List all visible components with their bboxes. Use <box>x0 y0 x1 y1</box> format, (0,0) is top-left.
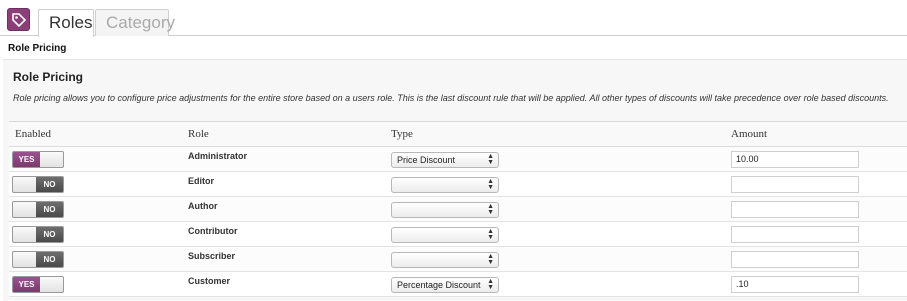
enabled-toggle[interactable]: NO <box>12 226 64 243</box>
type-select-value: Price Discount <box>397 155 456 165</box>
updown-arrows-icon: ▲ ▼ <box>487 178 494 191</box>
toggle-label: YES <box>13 152 40 167</box>
amount-input[interactable] <box>731 201 859 218</box>
table-row: NO Author ▲ ▼ <box>9 197 907 222</box>
updown-arrows-icon: ▲ ▼ <box>487 278 494 291</box>
tab-roles[interactable]: Roles <box>38 9 94 37</box>
enabled-toggle[interactable]: NO <box>12 201 64 218</box>
role-name: Author <box>188 201 218 211</box>
role-name: Subscriber <box>188 251 236 261</box>
role-name: Customer <box>188 276 231 286</box>
section-title: Role Pricing <box>13 70 84 84</box>
updown-arrows-icon: ▲ ▼ <box>487 253 494 266</box>
updown-arrows-icon: ▲ ▼ <box>487 153 494 166</box>
section-description: Role pricing allows you to configure pri… <box>13 93 889 103</box>
type-select[interactable]: ▲ ▼ <box>391 252 499 268</box>
toggle-label: NO <box>36 227 63 242</box>
amount-input[interactable]: .10 <box>731 276 859 293</box>
table-row: NO Editor ▲ ▼ <box>9 172 907 197</box>
header-type: Type <box>391 128 413 140</box>
type-select-value: Percentage Discount <box>397 280 481 290</box>
updown-arrows-icon: ▲ ▼ <box>487 203 494 216</box>
table-row: YES Administrator Price Discount ▲ ▼ 10.00 <box>9 147 907 172</box>
page-title: Role Pricing <box>8 43 67 54</box>
table-row: YES Customer Percentage Discount ▲ ▼ .10 <box>9 272 907 297</box>
enabled-toggle[interactable]: NO <box>12 251 64 268</box>
enabled-toggle[interactable]: YES <box>12 151 64 168</box>
amount-input[interactable] <box>731 226 859 243</box>
type-select[interactable]: Percentage Discount ▲ ▼ <box>391 277 499 293</box>
table-header: Enabled Role Type Amount <box>9 122 907 147</box>
role-name: Contributor <box>188 226 238 236</box>
type-select[interactable]: Price Discount ▲ ▼ <box>391 152 499 168</box>
toggle-label: NO <box>36 202 63 217</box>
amount-input[interactable]: 10.00 <box>731 151 859 168</box>
toggle-label: NO <box>36 252 63 267</box>
header-enabled: Enabled <box>15 128 52 140</box>
type-select[interactable]: ▲ ▼ <box>391 202 499 218</box>
type-select[interactable]: ▲ ▼ <box>391 227 499 243</box>
enabled-toggle[interactable]: YES <box>12 276 64 293</box>
amount-input[interactable] <box>731 251 859 268</box>
toggle-label: YES <box>13 277 40 292</box>
role-name: Administrator <box>188 151 248 161</box>
tab-bar: Roles Category <box>0 0 907 37</box>
table-row: NO Contributor ▲ ▼ <box>9 222 907 247</box>
tab-category[interactable]: Category <box>95 9 175 36</box>
role-name: Editor <box>188 176 214 186</box>
table-row: NO Subscriber ▲ ▼ <box>9 247 907 272</box>
toggle-label: NO <box>36 177 63 192</box>
type-select[interactable]: ▲ ▼ <box>391 177 499 193</box>
header-role: Role <box>188 128 209 140</box>
role-pricing-panel: Role Pricing Role pricing allows you to … <box>3 59 907 301</box>
price-tag-icon <box>7 8 30 31</box>
enabled-toggle[interactable]: NO <box>12 176 64 193</box>
header-amount: Amount <box>731 128 768 140</box>
amount-input[interactable] <box>731 176 859 193</box>
updown-arrows-icon: ▲ ▼ <box>487 228 494 241</box>
role-pricing-table: Enabled Role Type Amount YES Administrat… <box>9 121 907 297</box>
